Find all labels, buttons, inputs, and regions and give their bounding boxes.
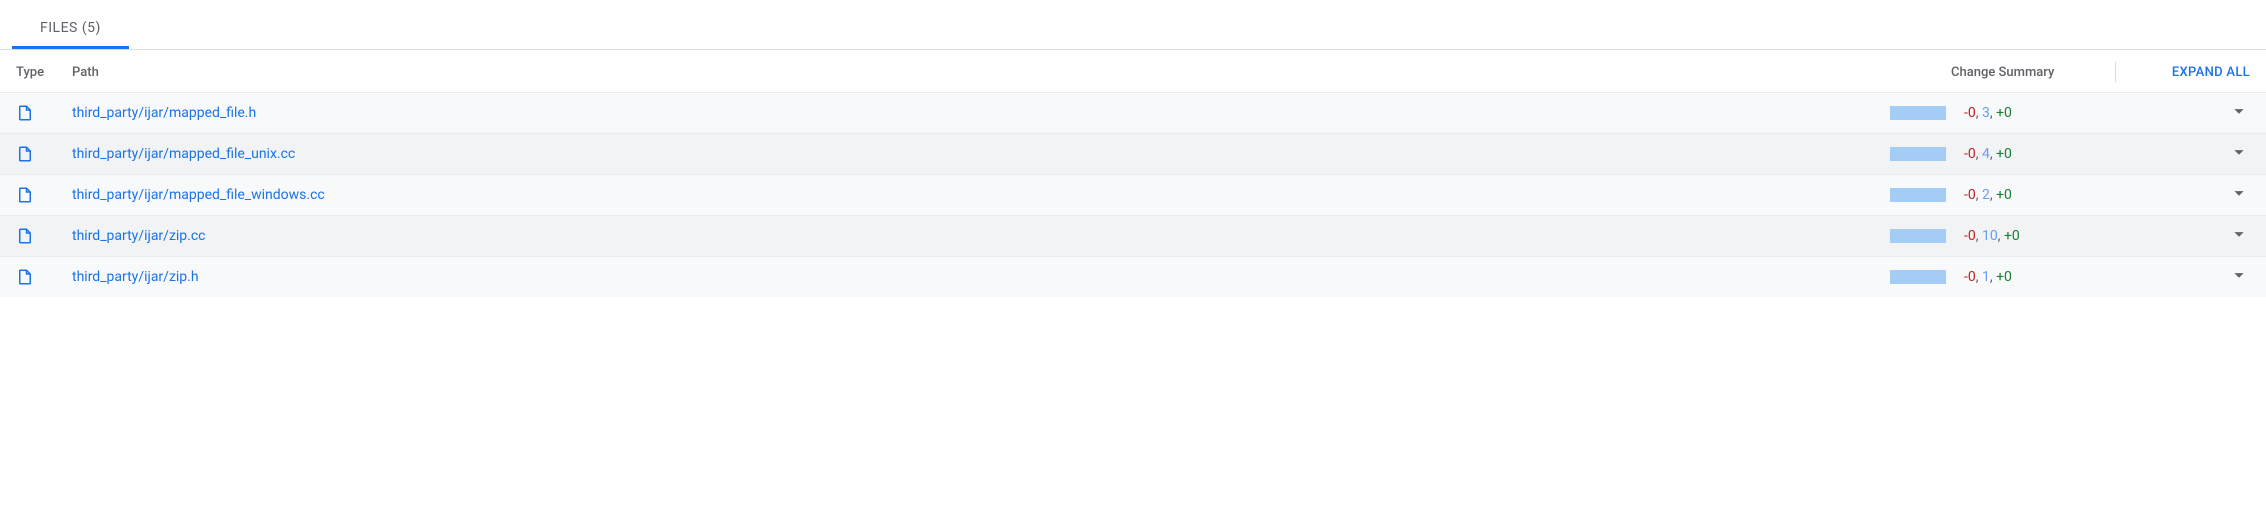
change-deltas: -0, 4, +0	[1964, 146, 2012, 162]
modified-count: 2	[1982, 187, 1990, 203]
modified-count: 3	[1982, 105, 1990, 121]
file-icon	[16, 102, 72, 124]
added-count: +0	[1996, 187, 2012, 203]
change-bar	[1890, 229, 1946, 243]
file-path-link[interactable]: third_party/ijar/zip.h	[72, 269, 1890, 285]
chevron-down-icon	[2228, 264, 2250, 290]
change-bar	[1890, 106, 1946, 120]
added-count: +0	[2004, 228, 2020, 244]
deleted-count: -0	[1964, 269, 1976, 285]
file-path-link[interactable]: third_party/ijar/zip.cc	[72, 228, 1890, 244]
tab-files[interactable]: FILES (5)	[12, 10, 129, 49]
added-count: +0	[1996, 269, 2012, 285]
tabs-bar: FILES (5)	[0, 0, 2266, 50]
file-list: third_party/ijar/mapped_file.h-0, 3, +0t…	[0, 92, 2266, 297]
change-bar	[1890, 147, 1946, 161]
deleted-count: -0	[1964, 187, 1976, 203]
header-path: Path	[72, 65, 1951, 80]
file-list-header: Type Path Change Summary EXPAND ALL	[0, 50, 2266, 92]
chevron-down-icon	[2228, 223, 2250, 249]
file-icon	[16, 225, 72, 247]
chevron-down-icon	[2228, 100, 2250, 126]
file-icon	[16, 266, 72, 288]
header-divider	[2115, 62, 2116, 82]
change-summary: -0, 4, +0	[1890, 146, 2190, 162]
expand-row-button[interactable]	[2190, 264, 2250, 290]
chevron-down-icon	[2228, 141, 2250, 167]
deleted-count: -0	[1964, 146, 1976, 162]
modified-count: 10	[1982, 228, 1998, 244]
file-path-link[interactable]: third_party/ijar/mapped_file.h	[72, 105, 1890, 121]
header-type: Type	[16, 65, 72, 80]
file-icon	[16, 184, 72, 206]
file-icon	[16, 143, 72, 165]
expand-row-button[interactable]	[2190, 141, 2250, 167]
expand-row-button[interactable]	[2190, 100, 2250, 126]
added-count: +0	[1996, 105, 2012, 121]
expand-row-button[interactable]	[2190, 223, 2250, 249]
header-change-summary: Change Summary	[1951, 65, 2101, 80]
file-path-link[interactable]: third_party/ijar/mapped_file_unix.cc	[72, 146, 1890, 162]
change-deltas: -0, 2, +0	[1964, 187, 2012, 203]
change-bar	[1890, 270, 1946, 284]
change-summary: -0, 2, +0	[1890, 187, 2190, 203]
change-deltas: -0, 10, +0	[1964, 228, 2020, 244]
file-path-link[interactable]: third_party/ijar/mapped_file_windows.cc	[72, 187, 1890, 203]
expand-all-button[interactable]: EXPAND ALL	[2130, 65, 2250, 80]
file-row[interactable]: third_party/ijar/mapped_file_unix.cc -0, …	[0, 133, 2266, 174]
file-row[interactable]: third_party/ijar/mapped_file.h -0, 3, +0	[0, 92, 2266, 133]
change-summary: -0, 10, +0	[1890, 228, 2190, 244]
deleted-count: -0	[1964, 228, 1976, 244]
deleted-count: -0	[1964, 105, 1976, 121]
tab-files-label: FILES	[40, 20, 78, 36]
expand-row-button[interactable]	[2190, 182, 2250, 208]
modified-count: 4	[1982, 146, 1990, 162]
change-summary: -0, 1, +0	[1890, 269, 2190, 285]
change-deltas: -0, 1, +0	[1964, 269, 2012, 285]
change-deltas: -0, 3, +0	[1964, 105, 2012, 121]
added-count: +0	[1996, 146, 2012, 162]
modified-count: 1	[1982, 269, 1990, 285]
file-row[interactable]: third_party/ijar/zip.h -0, 1, +0	[0, 256, 2266, 297]
tab-files-count: 5	[87, 20, 95, 36]
file-row[interactable]: third_party/ijar/mapped_file_windows.cc -…	[0, 174, 2266, 215]
change-bar	[1890, 188, 1946, 202]
change-summary: -0, 3, +0	[1890, 105, 2190, 121]
chevron-down-icon	[2228, 182, 2250, 208]
file-row[interactable]: third_party/ijar/zip.cc -0, 10, +0	[0, 215, 2266, 256]
